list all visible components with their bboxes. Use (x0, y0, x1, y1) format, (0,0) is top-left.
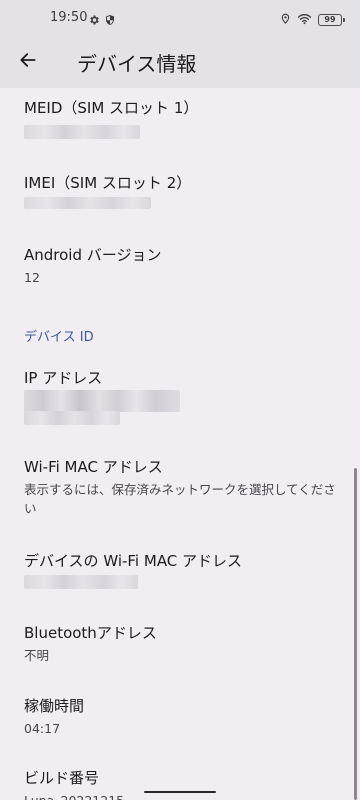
item-title: MEID（SIM スロット 1） (24, 99, 199, 117)
redacted-value (24, 390, 180, 412)
item-title: デバイスの Wi-Fi MAC アドレス (24, 552, 243, 570)
status-left-icons (88, 11, 116, 30)
section-header-device-id: デバイス ID (24, 330, 94, 345)
status-time: 19:50 (50, 10, 88, 25)
list-item-build-number[interactable]: ビルド番号 Luna_20221215 (24, 768, 344, 800)
scrollbar[interactable] (354, 468, 357, 800)
back-button[interactable] (12, 46, 44, 78)
status-bar: 19:50 99 (0, 0, 360, 36)
item-title: 稼働時間 (24, 697, 85, 715)
item-title: IP アドレス (24, 369, 103, 387)
list-item-wifi-mac[interactable]: Wi-Fi MAC アドレス 表示するには、保存済みネットワークを選択してくださ… (24, 457, 344, 518)
shield-icon (104, 11, 116, 30)
item-title: Android バージョン (24, 246, 162, 264)
gear-icon (88, 11, 100, 30)
redacted-value (24, 125, 140, 139)
list-item-bluetooth-address[interactable]: Bluetoothアドレス 不明 (24, 623, 344, 665)
list-item-android-version[interactable]: Android バージョン 12 (24, 245, 344, 287)
list-item-ip-address[interactable]: IP アドレス (24, 368, 344, 388)
redacted-value (24, 197, 151, 209)
wifi-icon (297, 10, 312, 29)
item-summary: 不明 (24, 648, 50, 663)
arrow-back-icon[interactable] (18, 50, 38, 74)
redacted-value (24, 575, 138, 589)
item-summary: 12 (24, 270, 40, 285)
list-item-imei[interactable]: IMEI（SIM スロット 2） (24, 173, 344, 193)
item-title: Wi-Fi MAC アドレス (24, 458, 163, 476)
app-bar: デバイス情報 (0, 36, 360, 88)
status-right-icons: 99 (280, 10, 345, 29)
item-summary: 表示するには、保存済みネットワークを選択してください (24, 482, 336, 516)
item-summary: 04:17 (24, 721, 61, 736)
list-item-meid[interactable]: MEID（SIM スロット 1） (24, 98, 344, 118)
list-item-uptime[interactable]: 稼働時間 04:17 (24, 696, 344, 738)
item-title: IMEI（SIM スロット 2） (24, 174, 192, 192)
location-icon (280, 10, 291, 29)
item-title: ビルド番号 (24, 769, 100, 787)
device-info-screen: 19:50 99 デバイス情報 MEID（SIM スロット 1） IMEI（SI… (0, 0, 360, 800)
list-item-device-wifi-mac[interactable]: デバイスの Wi-Fi MAC アドレス (24, 551, 344, 571)
battery-icon: 99 (318, 13, 345, 26)
home-indicator[interactable] (144, 791, 216, 793)
item-title: Bluetoothアドレス (24, 624, 157, 642)
redacted-value (24, 411, 120, 425)
page-title: デバイス情報 (77, 52, 197, 76)
